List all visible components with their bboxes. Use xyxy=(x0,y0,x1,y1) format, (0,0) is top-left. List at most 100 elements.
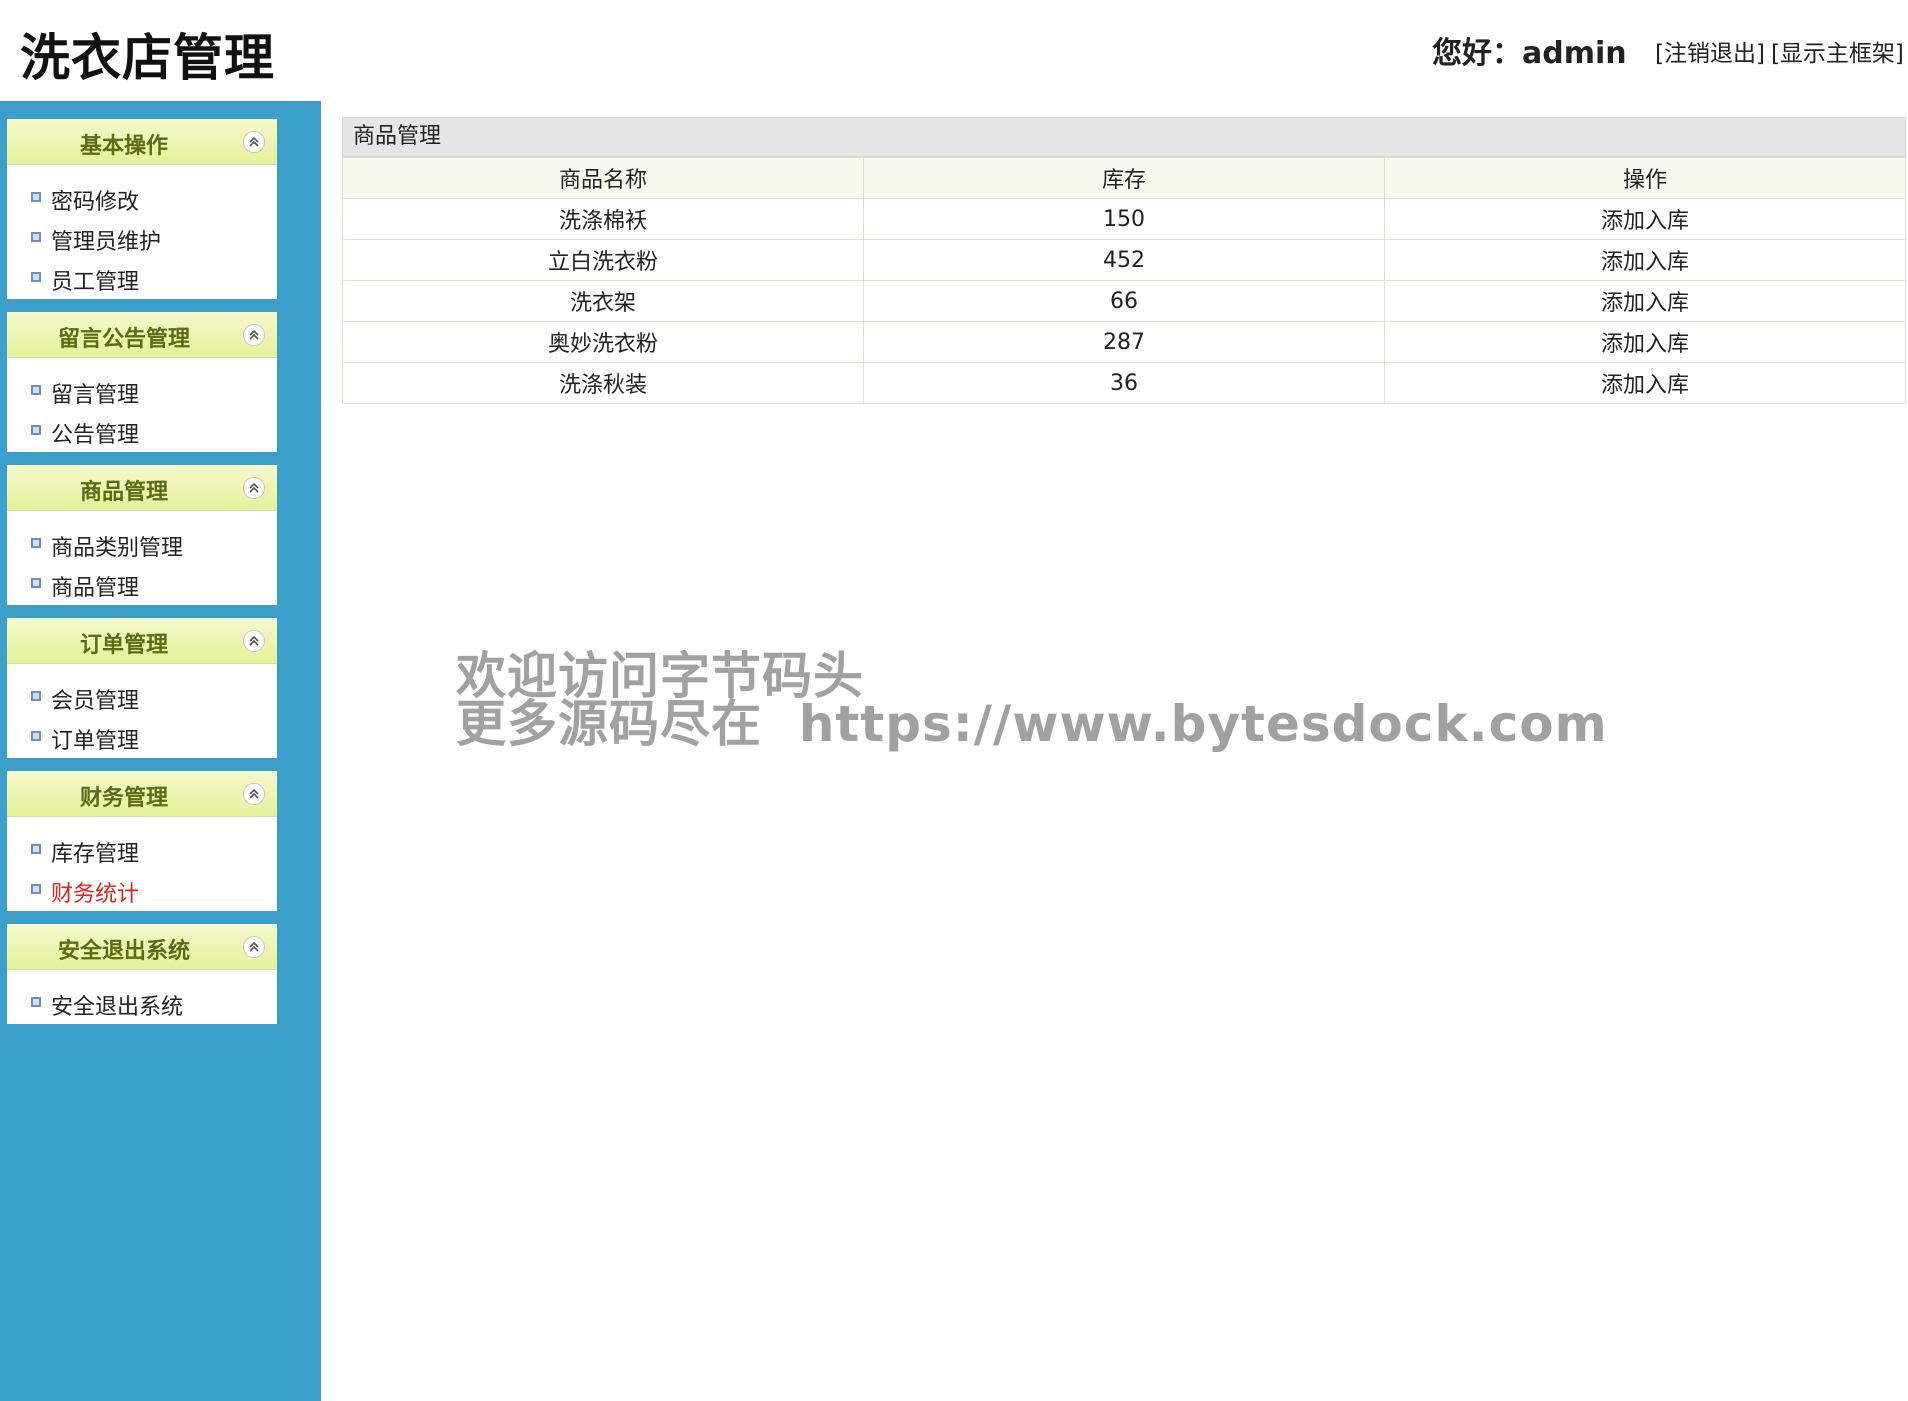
user-greeting: 您好：admin xyxy=(1432,36,1627,71)
add-to-stock-link[interactable]: 添加入库 xyxy=(1384,362,1906,404)
sidebar-item-label: 密码修改 xyxy=(51,190,140,215)
stock-cell: 66 xyxy=(863,280,1385,322)
product-name-cell: 奥妙洗衣粉 xyxy=(342,321,864,363)
chevron-double-up-icon[interactable] xyxy=(243,324,265,346)
product-name-cell: 洗涤秋装 xyxy=(342,362,864,404)
sidebar-item-label: 会员管理 xyxy=(51,689,140,714)
table-row: 洗涤秋装 36 添加入库 xyxy=(342,362,1906,404)
square-bullet-icon xyxy=(31,425,41,435)
sidebar-item-product-category[interactable]: 商品类别管理 xyxy=(7,525,277,565)
logout-link[interactable]: [注销退出] xyxy=(1655,41,1765,67)
table-row: 洗衣架 66 添加入库 xyxy=(342,280,1906,322)
menu-group-header[interactable]: 商品管理 xyxy=(7,465,277,511)
sidebar-item-password-change[interactable]: 密码修改 xyxy=(7,179,277,219)
menu-group-title: 安全退出系统 xyxy=(57,939,190,964)
sidebar-item-product-management[interactable]: 商品管理 xyxy=(7,565,277,605)
menu-group-title: 留言公告管理 xyxy=(57,327,190,352)
sidebar-item-staff-management[interactable]: 员工管理 xyxy=(7,259,277,299)
table-row: 奥妙洗衣粉 287 添加入库 xyxy=(342,321,1906,363)
sidebar-item-safe-exit[interactable]: 安全退出系统 xyxy=(7,984,277,1024)
sidebar-item-label: 商品类别管理 xyxy=(51,536,184,561)
menu-group-basic: 基本操作 密码修改 管理员维护 员工管理 xyxy=(7,119,277,299)
table-header-row: 商品名称 库存 操作 xyxy=(342,157,1906,199)
sidebar-item-admin-maintenance[interactable]: 管理员维护 xyxy=(7,219,277,259)
square-bullet-icon xyxy=(31,731,41,741)
menu-items: 会员管理 订单管理 xyxy=(7,664,277,758)
chevron-double-up-icon[interactable] xyxy=(243,936,265,958)
square-bullet-icon xyxy=(31,691,41,701)
square-bullet-icon xyxy=(31,844,41,854)
sidebar-item-label: 管理员维护 xyxy=(51,230,162,255)
table-row: 洗涤棉袄 150 添加入库 xyxy=(342,198,1906,240)
add-to-stock-link[interactable]: 添加入库 xyxy=(1384,239,1906,281)
square-bullet-icon xyxy=(31,272,41,282)
menu-group-title: 订单管理 xyxy=(79,633,168,658)
add-to-stock-link[interactable]: 添加入库 xyxy=(1384,321,1906,363)
square-bullet-icon xyxy=(31,538,41,548)
chevron-double-up-icon[interactable] xyxy=(243,131,265,153)
menu-group-messages: 留言公告管理 留言管理 公告管理 xyxy=(7,312,277,452)
sidebar-item-label: 安全退出系统 xyxy=(51,995,184,1020)
column-header-name: 商品名称 xyxy=(342,157,864,199)
product-name-cell: 洗衣架 xyxy=(342,280,864,322)
chevron-double-up-icon[interactable] xyxy=(243,783,265,805)
stock-cell: 452 xyxy=(863,239,1385,281)
menu-group-header[interactable]: 财务管理 xyxy=(7,771,277,817)
menu-group-exit: 安全退出系统 安全退出系统 xyxy=(7,924,277,1024)
watermark-line-2: 更多源码尽在 https://www.bytesdock.com xyxy=(456,695,1608,753)
sidebar-item-label: 财务统计 xyxy=(51,882,140,907)
menu-group-title: 基本操作 xyxy=(79,134,168,159)
sidebar-item-label: 员工管理 xyxy=(51,270,140,295)
app-title: 洗衣店管理 xyxy=(20,29,275,87)
chevron-double-up-icon[interactable] xyxy=(243,477,265,499)
stock-cell: 36 xyxy=(863,362,1385,404)
sidebar-item-inventory-management[interactable]: 库存管理 xyxy=(7,831,277,871)
menu-group-orders: 订单管理 会员管理 订单管理 xyxy=(7,618,277,758)
header: 洗衣店管理 您好：admin [注销退出] [显示主框架] xyxy=(0,0,1908,101)
menu-items: 商品类别管理 商品管理 xyxy=(7,511,277,605)
menu-group-finance: 财务管理 库存管理 财务统计 xyxy=(7,771,277,911)
menu-group-products: 商品管理 商品类别管理 商品管理 xyxy=(7,465,277,605)
square-bullet-icon xyxy=(31,232,41,242)
add-to-stock-link[interactable]: 添加入库 xyxy=(1384,198,1906,240)
square-bullet-icon xyxy=(31,884,41,894)
main-content: 商品管理 商品名称 库存 操作 洗涤棉袄 150 添加入库 立白洗衣粉 452 … xyxy=(342,117,1906,404)
sidebar-item-label: 留言管理 xyxy=(51,383,140,408)
sidebar-item-member-management[interactable]: 会员管理 xyxy=(7,678,277,718)
menu-group-title: 商品管理 xyxy=(79,480,168,505)
menu-group-header[interactable]: 基本操作 xyxy=(7,119,277,165)
menu-items: 库存管理 财务统计 xyxy=(7,817,277,911)
menu-items: 安全退出系统 xyxy=(7,970,277,1024)
sidebar: 基本操作 密码修改 管理员维护 员工管理 留言公告管理 留言管理 公告管理 商品… xyxy=(0,101,321,1401)
menu-items: 密码修改 管理员维护 员工管理 xyxy=(7,165,277,299)
sidebar-item-label: 订单管理 xyxy=(51,729,140,754)
menu-group-header[interactable]: 留言公告管理 xyxy=(7,312,277,358)
chevron-double-up-icon[interactable] xyxy=(243,630,265,652)
menu-group-header[interactable]: 订单管理 xyxy=(7,618,277,664)
column-header-stock: 库存 xyxy=(863,157,1385,199)
table-row: 立白洗衣粉 452 添加入库 xyxy=(342,239,1906,281)
column-header-action: 操作 xyxy=(1384,157,1906,199)
show-main-frame-link[interactable]: [显示主框架] xyxy=(1771,41,1904,67)
menu-items: 留言管理 公告管理 xyxy=(7,358,277,452)
menu-group-title: 财务管理 xyxy=(79,786,168,811)
watermark: 欢迎访问字节码头 更多源码尽在 https://www.bytesdock.co… xyxy=(456,651,1608,753)
sidebar-item-label: 库存管理 xyxy=(51,842,140,867)
sidebar-item-label: 商品管理 xyxy=(51,576,140,601)
sidebar-item-label: 公告管理 xyxy=(51,423,140,448)
product-name-cell: 洗涤棉袄 xyxy=(342,198,864,240)
stock-cell: 150 xyxy=(863,198,1385,240)
product-table: 商品名称 库存 操作 洗涤棉袄 150 添加入库 立白洗衣粉 452 添加入库 … xyxy=(342,157,1906,404)
menu-group-header[interactable]: 安全退出系统 xyxy=(7,924,277,970)
sidebar-item-finance-statistics[interactable]: 财务统计 xyxy=(7,871,277,911)
panel-title: 商品管理 xyxy=(342,117,1906,157)
header-links: [注销退出] [显示主框架] xyxy=(1655,34,1904,68)
sidebar-item-message-management[interactable]: 留言管理 xyxy=(7,372,277,412)
sidebar-item-order-management[interactable]: 订单管理 xyxy=(7,718,277,758)
sidebar-item-notice-management[interactable]: 公告管理 xyxy=(7,412,277,452)
add-to-stock-link[interactable]: 添加入库 xyxy=(1384,280,1906,322)
square-bullet-icon xyxy=(31,578,41,588)
square-bullet-icon xyxy=(31,385,41,395)
product-name-cell: 立白洗衣粉 xyxy=(342,239,864,281)
square-bullet-icon xyxy=(31,997,41,1007)
